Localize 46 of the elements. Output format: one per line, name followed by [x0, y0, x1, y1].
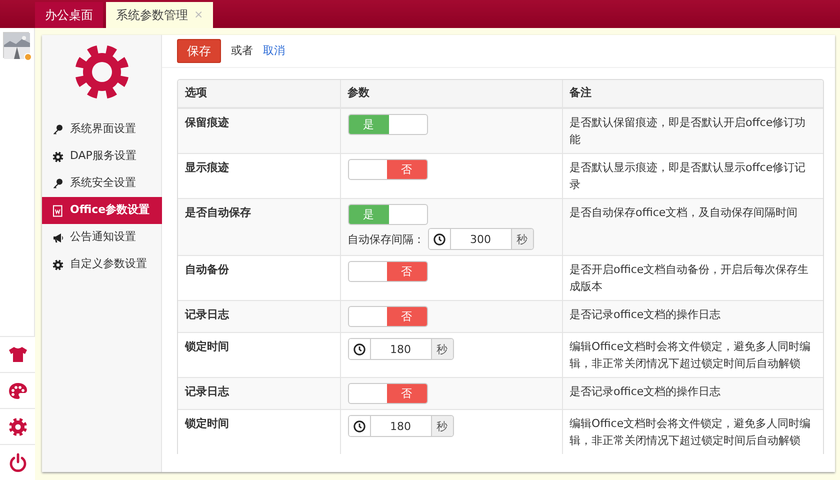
table-cell: 编辑Office文档时会将文件锁定，避免多人同时编辑，非正常关闭情况下超过锁定时间后自动解锁 — [562, 410, 823, 454]
power-icon[interactable] — [8, 452, 28, 472]
status-dot — [24, 53, 32, 61]
table-cell: 是否自动保存office文档，及自动保存间隔时间 — [562, 198, 823, 256]
menu-item[interactable]: 系统界面设置 — [42, 116, 162, 143]
palette-icon[interactable] — [8, 380, 28, 400]
column-header: 选项 — [178, 80, 340, 108]
menu-item[interactable]: Office参数设置 — [42, 197, 162, 224]
menu-item[interactable]: 自定义参数设置 — [42, 251, 162, 278]
cancel-link[interactable]: 取消 — [263, 42, 285, 60]
table-cell: 锁定时间 — [178, 410, 340, 454]
table-cell: 记录日志 — [178, 300, 340, 333]
gear-icon — [52, 150, 64, 162]
column-header: 参数 — [340, 80, 562, 108]
tab[interactable]: 系统参数管理 × — [106, 2, 214, 28]
save-button[interactable]: 保存 — [177, 39, 221, 63]
number-field[interactable]: 180 秒 — [348, 338, 454, 360]
clock-icon — [432, 232, 446, 246]
unit-label: 秒 — [430, 339, 452, 360]
number-field[interactable]: 300 秒 — [428, 228, 534, 250]
unit-label: 秒 — [510, 229, 532, 250]
table-cell: 是否记录office文档的操作日志 — [562, 300, 823, 333]
column-header: 备注 — [562, 80, 823, 108]
table-cell: 保留痕迹 — [178, 108, 340, 154]
table-cell: 是否自动保存 — [178, 198, 340, 256]
key-icon — [52, 124, 64, 136]
menu-item[interactable]: 公告通知设置 — [42, 224, 162, 251]
field-label: 自动保存间隔： — [348, 232, 424, 248]
settings-icon[interactable] — [8, 416, 28, 436]
gear-logo-icon — [74, 44, 130, 100]
table-cell: 是否默认保留痕迹，即是否默认开启offce修订功能 — [562, 108, 823, 154]
document-icon — [52, 204, 64, 216]
megaphone-icon — [52, 232, 64, 244]
or-text: 或者 — [231, 42, 253, 59]
key-icon — [52, 178, 64, 190]
table-cell: 记录日志 — [178, 378, 340, 410]
clock-icon — [352, 420, 366, 433]
unit-label: 秒 — [430, 416, 452, 436]
clock-icon — [352, 342, 366, 356]
menu-item[interactable]: 系统安全设置 — [42, 170, 162, 197]
gear-icon — [52, 258, 64, 270]
shirt-icon[interactable] — [8, 344, 28, 364]
tab[interactable]: 办公桌面 — [35, 2, 103, 28]
table-cell: 是否记录office文档的操作日志 — [562, 378, 823, 410]
number-field[interactable]: 180 秒 — [348, 415, 454, 438]
menu-item[interactable]: DAP服务设置 — [42, 143, 162, 170]
